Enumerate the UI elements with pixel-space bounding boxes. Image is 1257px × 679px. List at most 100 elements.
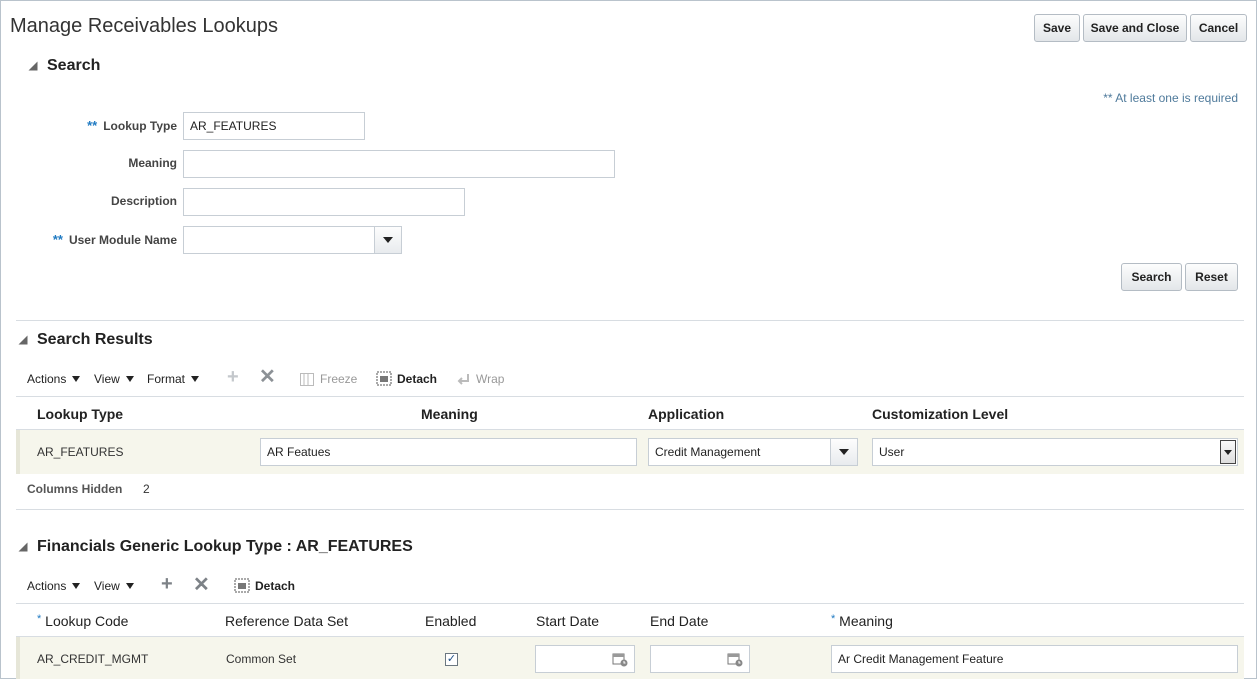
collapse-triangle-icon[interactable] — [28, 61, 38, 71]
calendar-icon[interactable] — [727, 651, 743, 667]
detach-label: Detach — [397, 371, 438, 386]
wrap-label: Wrap — [476, 372, 505, 386]
view-menu[interactable]: View — [94, 372, 134, 386]
save-button[interactable]: Save — [1034, 14, 1080, 42]
actions-label: Actions — [27, 579, 67, 593]
detach-icon — [376, 371, 392, 386]
plus-icon[interactable]: + — [161, 574, 173, 594]
customization-level-dropdown-button[interactable] — [1220, 440, 1236, 464]
required-note: ** At least one is required — [1103, 91, 1238, 105]
wrap-icon — [457, 373, 469, 385]
col-lookup-code[interactable]: * Lookup Code — [37, 613, 128, 629]
detail-header-label: Financials Generic Lookup Type : AR_FEAT… — [37, 538, 413, 555]
required-mark: * — [37, 613, 42, 625]
meaning-cell-input[interactable]: AR Featues — [260, 438, 637, 466]
user-module-name-select[interactable] — [183, 226, 375, 254]
search-button[interactable]: Search — [1121, 263, 1182, 291]
chevron-down-icon — [72, 376, 81, 382]
detach-label: Detach — [255, 578, 296, 593]
chevron-down-icon — [125, 376, 134, 382]
table-top-border — [16, 396, 1244, 397]
customization-level-select[interactable]: User — [872, 438, 1238, 466]
customization-level-value: User — [879, 445, 905, 459]
detail-view-menu[interactable]: View — [94, 579, 134, 593]
detail-actions-menu[interactable]: Actions — [27, 579, 81, 593]
search-results-header[interactable]: Search Results — [18, 331, 153, 349]
col-detail-meaning-label: Meaning — [839, 613, 893, 629]
col-lookup-type[interactable]: Lookup Type — [37, 406, 123, 422]
cell-reference-data-set: Common Set — [226, 652, 297, 666]
search-button-label: Search — [1131, 270, 1172, 284]
row-selector — [16, 637, 20, 679]
lookup-type-input[interactable]: AR_FEATURES — [183, 112, 365, 140]
chevron-down-icon — [191, 376, 200, 382]
columns-hidden-count: 2 — [143, 482, 150, 496]
col-detail-meaning[interactable]: * Meaning — [831, 613, 893, 629]
section-divider — [16, 509, 1244, 510]
wrap-button[interactable]: Wrap — [457, 372, 504, 386]
reset-button-label: Reset — [1195, 270, 1228, 284]
col-reference-data-set[interactable]: Reference Data Set — [225, 613, 348, 629]
x-icon[interactable]: ✕ — [259, 367, 276, 387]
view-label: View — [94, 579, 120, 593]
actions-label: Actions — [27, 372, 67, 386]
detach-button[interactable]: Detach — [376, 371, 437, 386]
detach-icon — [234, 578, 250, 593]
description-label: Description — [110, 194, 177, 208]
cancel-button[interactable]: Cancel — [1190, 14, 1247, 42]
chevron-down-icon — [1224, 449, 1232, 455]
table-top-border — [16, 603, 1244, 604]
col-application[interactable]: Application — [648, 406, 724, 422]
col-lookup-code-label: Lookup Code — [45, 613, 129, 629]
search-section-header[interactable]: Search — [28, 57, 100, 75]
col-end-date[interactable]: End Date — [650, 613, 708, 629]
reset-button[interactable]: Reset — [1185, 263, 1238, 291]
user-module-name-dropdown-button[interactable] — [374, 226, 402, 254]
required-stars: ** — [52, 232, 63, 247]
meaning-label: Meaning — [128, 156, 177, 170]
freeze-label: Freeze — [320, 372, 358, 386]
cell-lookup-code: AR_CREDIT_MGMT — [37, 652, 149, 666]
required-stars: ** — [87, 118, 98, 133]
application-dropdown-button[interactable] — [830, 438, 858, 466]
chevron-down-icon — [72, 583, 81, 589]
format-menu[interactable]: Format — [147, 372, 200, 386]
columns-hidden-label: Columns Hidden — [27, 482, 123, 496]
cell-lookup-type: AR_FEATURES — [37, 445, 124, 459]
format-label: Format — [147, 372, 186, 386]
description-input[interactable] — [183, 188, 465, 216]
col-enabled[interactable]: Enabled — [425, 613, 476, 629]
application-select[interactable]: Credit Management — [648, 438, 858, 466]
search-header-label: Search — [47, 57, 101, 74]
detail-meaning-input[interactable]: Ar Credit Management Feature — [831, 645, 1238, 673]
meaning-input[interactable] — [183, 150, 615, 178]
cancel-label: Cancel — [1198, 21, 1239, 35]
row-selector — [16, 430, 20, 474]
enabled-checkbox[interactable]: ✓ — [445, 653, 458, 666]
chevron-down-icon — [383, 237, 393, 243]
plus-icon[interactable]: + — [227, 367, 239, 387]
col-start-date[interactable]: Start Date — [536, 613, 599, 629]
chevron-down-icon — [125, 583, 134, 589]
chevron-down-icon — [839, 449, 849, 455]
detail-section-header[interactable]: Financials Generic Lookup Type : AR_FEAT… — [18, 538, 413, 556]
detail-detach-button[interactable]: Detach — [234, 578, 295, 593]
view-label: View — [94, 372, 120, 386]
required-mark: * — [831, 613, 836, 625]
actions-menu[interactable]: Actions — [27, 372, 81, 386]
freeze-button[interactable]: Freeze — [300, 372, 357, 386]
x-icon[interactable]: ✕ — [193, 575, 210, 595]
lookup-type-label: ** Lookup Type — [41, 118, 177, 133]
detail-meaning-value: Ar Credit Management Feature — [838, 652, 1004, 666]
col-customization-level[interactable]: Customization Level — [872, 406, 1008, 422]
application-value: Credit Management — [655, 445, 761, 459]
save-and-close-button[interactable]: Save and Close — [1083, 14, 1187, 42]
calendar-icon[interactable] — [612, 651, 628, 667]
save-and-close-label: Save and Close — [1090, 21, 1180, 35]
save-label: Save — [1042, 21, 1072, 35]
col-meaning[interactable]: Meaning — [421, 406, 478, 422]
search-results-header-label: Search Results — [37, 331, 153, 348]
collapse-triangle-icon[interactable] — [18, 335, 28, 345]
lookup-type-value: AR_FEATURES — [190, 119, 277, 133]
collapse-triangle-icon[interactable] — [18, 542, 28, 552]
